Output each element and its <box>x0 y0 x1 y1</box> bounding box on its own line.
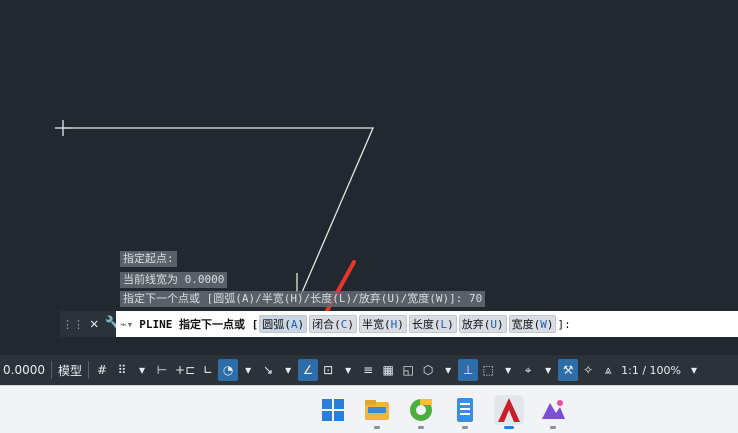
app-icon[interactable] <box>538 395 568 425</box>
model-space-button[interactable]: 模型 <box>55 359 85 381</box>
notepad-icon[interactable] <box>450 395 480 425</box>
command-prefix: PLINE 指定下一点或 [ <box>139 318 259 331</box>
command-history-dropdown-icon[interactable]: ⌁▾ <box>120 318 133 331</box>
windows-start-icon[interactable] <box>318 395 348 425</box>
drawing-svg <box>55 120 374 334</box>
object-snap-dropdown-icon[interactable]: ▾ <box>338 359 358 381</box>
transparency-icon[interactable]: ▦ <box>378 359 398 381</box>
command-suffix: ]: <box>557 317 571 331</box>
object-snap-tracking-icon[interactable]: ∠ <box>298 359 319 381</box>
running-indicator <box>374 426 380 429</box>
ortho-icon[interactable]: ∟ <box>198 359 218 381</box>
file-explorer-icon[interactable] <box>362 395 392 425</box>
snap-icon[interactable]: ⠿ <box>112 359 132 381</box>
lineweight-icon[interactable]: ≡ <box>358 359 378 381</box>
selection-filter-dropdown-icon[interactable]: ▾ <box>498 359 518 381</box>
snap-dropdown-icon[interactable]: ▾ <box>132 359 152 381</box>
coordinate-readout[interactable]: 0.0000 <box>0 359 48 381</box>
divider <box>88 361 90 379</box>
3d-osnap-dropdown-icon[interactable]: ▾ <box>438 359 458 381</box>
annotation-visibility-icon[interactable]: ⚒ <box>558 359 579 381</box>
gizmo-icon[interactable]: ⌖ <box>518 359 538 381</box>
drawing-canvas[interactable] <box>0 0 738 340</box>
annotation-scale-value[interactable]: 1:1 / 100% <box>618 359 684 381</box>
grid-icon[interactable]: # <box>92 359 112 381</box>
option-halfwidth[interactable]: 半宽(H) <box>358 315 407 333</box>
history-line-3: 指定下一个点或 [圆弧(A)/半宽(H)/长度(L)/放弃(U)/宽度(W)]:… <box>120 291 486 307</box>
auto-scale-icon[interactable]: ✧ <box>578 359 598 381</box>
windows-taskbar <box>0 385 738 433</box>
divider <box>51 361 52 379</box>
close-icon[interactable]: ✕ <box>90 316 98 332</box>
gizmo-dropdown-icon[interactable]: ▾ <box>538 359 558 381</box>
annotation-scale-icon[interactable]: ⩓ <box>598 359 618 381</box>
command-line-controls: ⋮⋮ ✕ 🔧 <box>60 311 122 337</box>
dynamic-ucs-icon[interactable]: ⊥ <box>458 359 479 381</box>
autocad-icon[interactable] <box>494 395 524 425</box>
command-input[interactable]: ⌁▾ PLINE 指定下一点或 [ 圆弧(A) 闭合(C) 半宽(H) 长度(L… <box>116 311 738 337</box>
running-indicator <box>418 426 424 429</box>
browser-icon[interactable] <box>406 395 436 425</box>
option-arc[interactable]: 圆弧(A) <box>259 315 308 333</box>
isodraft-icon[interactable]: ↘ <box>258 359 278 381</box>
option-undo[interactable]: 放弃(U) <box>458 315 507 333</box>
selection-cycling-icon[interactable]: ◱ <box>398 359 418 381</box>
grip-icon[interactable]: ⋮⋮ <box>62 318 84 331</box>
option-width[interactable]: 宽度(W) <box>508 315 557 333</box>
isodraft-dropdown-icon[interactable]: ▾ <box>278 359 298 381</box>
option-length[interactable]: 长度(L) <box>408 315 457 333</box>
dynamic-input-icon[interactable]: +⊏ <box>172 359 198 381</box>
polar-dropdown-icon[interactable]: ▾ <box>238 359 258 381</box>
object-snap-icon[interactable]: ⊡ <box>318 359 338 381</box>
status-bar: 0.0000 模型 # ⠿ ▾ ⊢ +⊏ ∟ ◔ ▾ ↘ ▾ ∠ ⊡ ▾ ≡ ▦… <box>0 355 738 385</box>
scale-dropdown-icon[interactable]: ▾ <box>684 359 704 381</box>
history-line-2: 当前线宽为 0.0000 <box>120 272 228 288</box>
selection-filter-icon[interactable]: ⬚ <box>478 359 498 381</box>
running-indicator <box>550 426 556 429</box>
running-indicator <box>462 426 468 429</box>
running-indicator <box>504 426 514 429</box>
option-close[interactable]: 闭合(C) <box>309 315 357 333</box>
3d-osnap-icon[interactable]: ⬡ <box>418 359 438 381</box>
history-line-1: 指定起点: <box>120 251 177 267</box>
infer-constraints-icon[interactable]: ⊢ <box>152 359 172 381</box>
polar-tracking-icon[interactable]: ◔ <box>218 359 239 381</box>
crosshair-cursor <box>55 120 71 136</box>
